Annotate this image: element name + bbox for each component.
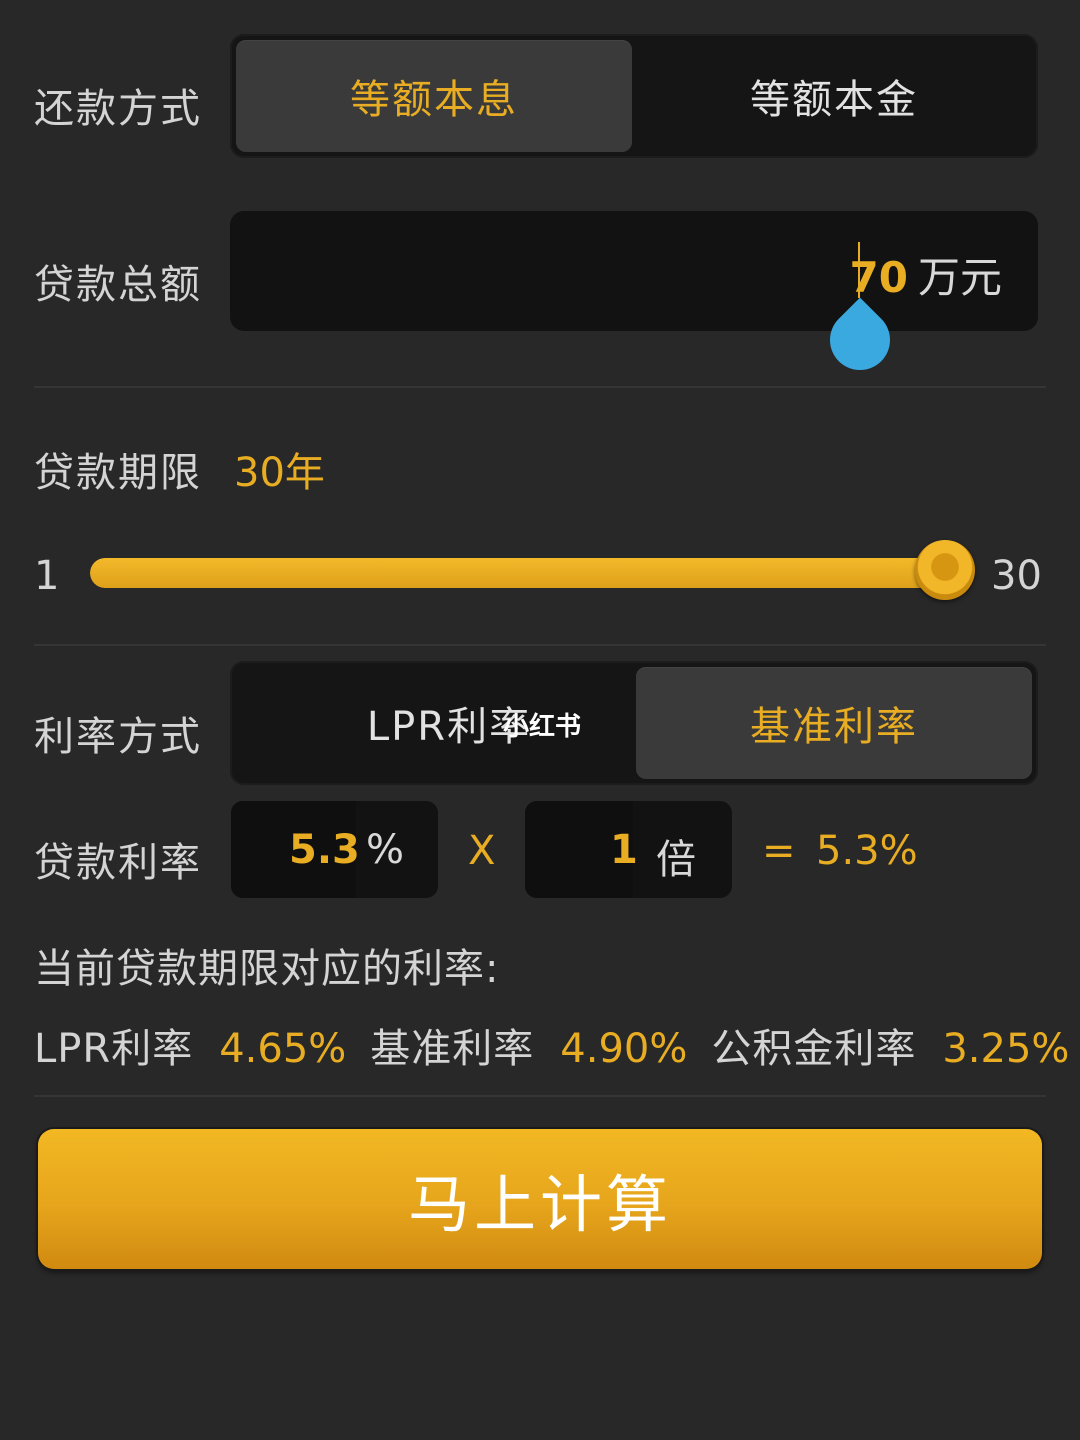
loan-term-value: 30年 (234, 450, 325, 496)
rate-result: 5.3% (816, 828, 918, 874)
divider (34, 386, 1046, 388)
slider-thumb[interactable] (915, 540, 975, 600)
loan-amount-unit: 万元 (917, 253, 1002, 302)
lpr-rate-label: LPR利率 (34, 1026, 194, 1072)
repayment-segmented-control: 等额本息 等额本金 (230, 34, 1038, 158)
divider (34, 644, 1046, 646)
loan-amount-input[interactable]: 70 万元 (230, 211, 1038, 331)
loan-term-slider[interactable] (90, 558, 960, 588)
lpr-rate-value: 4.65% (219, 1026, 347, 1072)
current-rates-row: LPR利率 4.65% 基准利率 4.90% 公积金利率 3.25% (34, 1016, 1069, 1074)
equals-sign: = (762, 828, 796, 874)
multiplier-unit: 倍 (656, 837, 696, 883)
slider-min-label: 1 (34, 553, 60, 599)
multiplier-input[interactable]: 1 倍 (525, 801, 732, 898)
fund-rate-value: 3.25% (942, 1026, 1070, 1072)
divider (34, 1095, 1046, 1097)
base-rate-value: 4.90% (560, 1026, 688, 1072)
option-equal-principal[interactable]: 等额本金 (636, 40, 1032, 152)
base-rate-label: 基准利率 (370, 1026, 535, 1072)
rate-type-segmented-control: LPR利率 基准利率 (230, 661, 1038, 785)
loan-term-label: 贷款期限 (34, 450, 202, 496)
multiply-sign: X (468, 828, 496, 874)
watermark-logo: 小红书 (503, 712, 582, 742)
option-equal-installment[interactable]: 等额本息 (236, 40, 632, 152)
slider-max-label: 30 (991, 553, 1042, 599)
loan-rate-label: 贷款利率 (34, 840, 202, 886)
loan-amount-label: 贷款总额 (34, 262, 202, 308)
option-base-rate[interactable]: 基准利率 (636, 667, 1032, 779)
rate-type-label: 利率方式 (34, 714, 202, 760)
rate-unit: % (366, 827, 405, 873)
multiplier-value: 1 (610, 827, 638, 873)
text-cursor (858, 242, 860, 298)
current-rates-title: 当前贷款期限对应的利率: (34, 946, 500, 992)
repayment-label: 还款方式 (34, 86, 202, 132)
slider-fill (90, 558, 960, 588)
rate-input[interactable]: 5.3 % (231, 801, 438, 898)
calculate-button[interactable]: 马上计算 (38, 1129, 1042, 1269)
rate-value: 5.3 (289, 827, 360, 873)
fund-rate-label: 公积金利率 (711, 1026, 917, 1072)
